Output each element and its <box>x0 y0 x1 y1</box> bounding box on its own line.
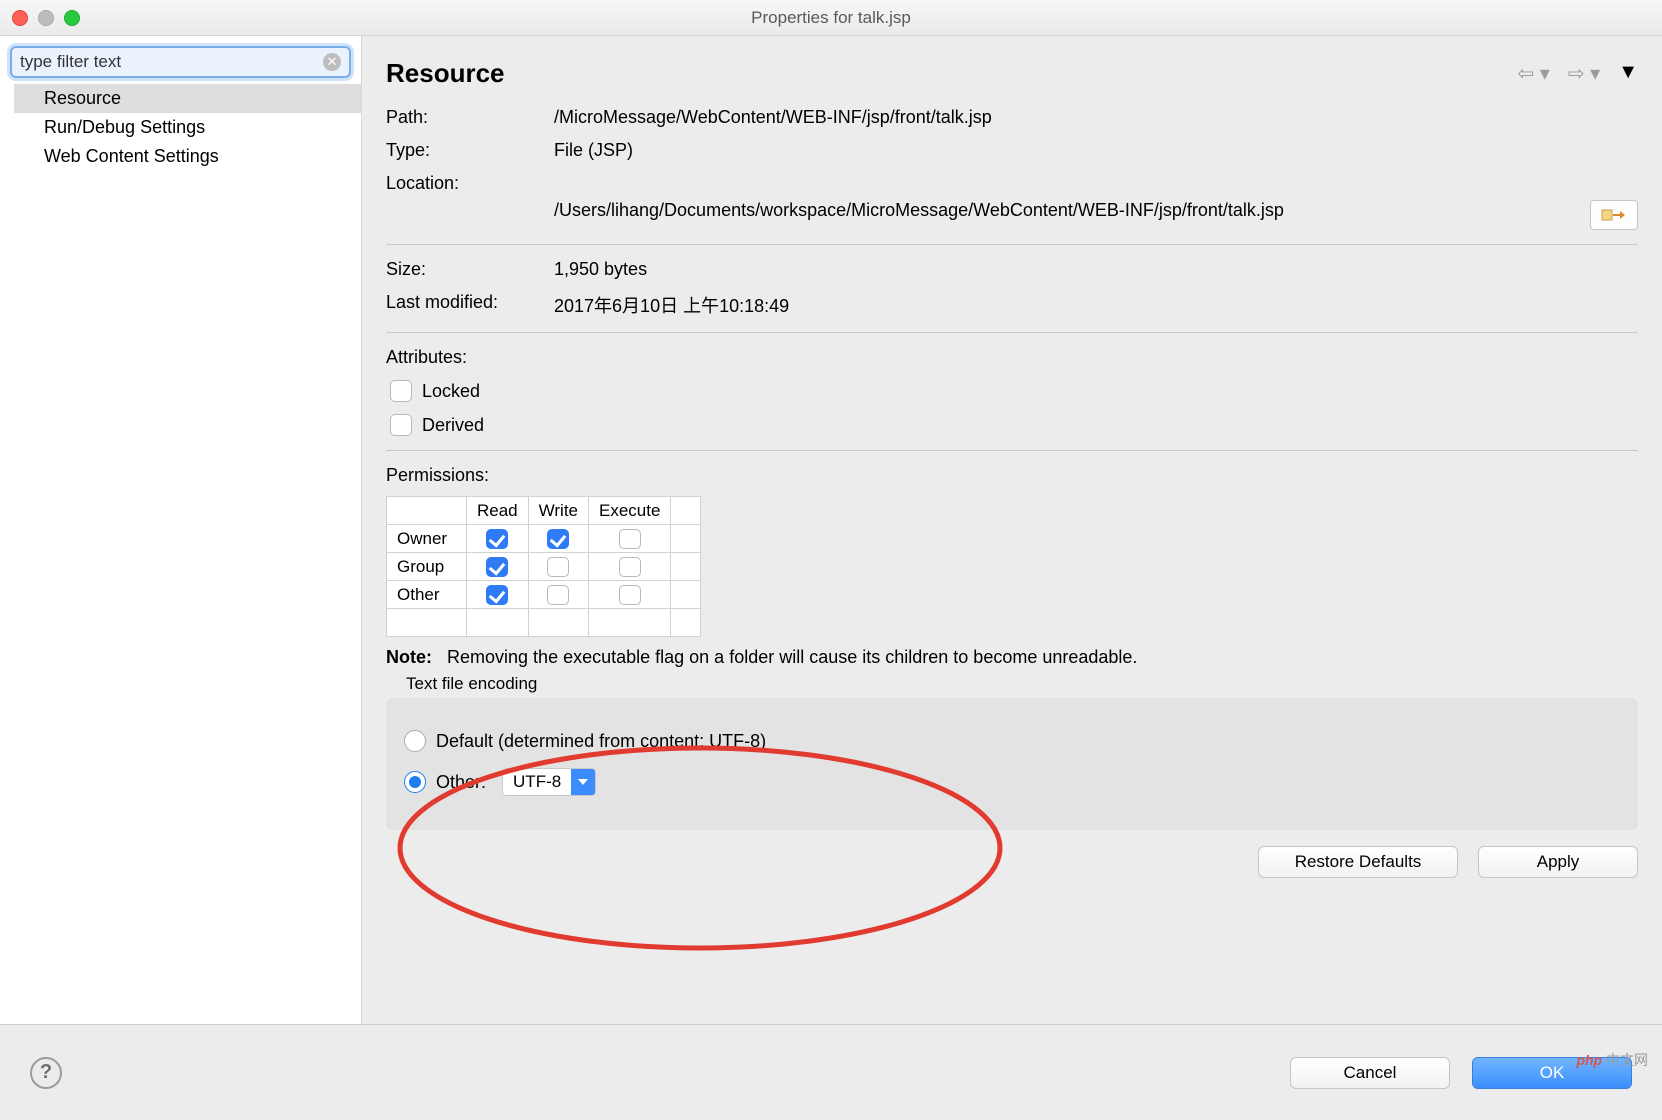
perm-col-blank <box>387 497 467 525</box>
locked-label: Locked <box>422 381 480 402</box>
encoding-legend: Text file encoding <box>386 674 1638 696</box>
perm-row-owner: Owner <box>387 525 467 553</box>
watermark-brand: php <box>1576 1052 1602 1068</box>
modified-value: 2017年6月10日 上午10:18:49 <box>554 292 1638 318</box>
permissions-title: Permissions: <box>386 459 1638 492</box>
type-value: File (JSP) <box>554 140 1638 161</box>
size-value: 1,950 bytes <box>554 259 1638 280</box>
location-label: Location: <box>386 173 554 194</box>
locked-checkbox[interactable] <box>390 380 412 402</box>
group-execute-checkbox[interactable] <box>619 557 641 577</box>
modified-label: Last modified: <box>386 292 554 318</box>
forward-icon[interactable]: ⇨ ▾ <box>1568 61 1600 86</box>
sidebar: ✕ Resource Run/Debug Settings Web Conten… <box>0 36 362 1024</box>
restore-defaults-button[interactable]: Restore Defaults <box>1258 846 1458 878</box>
perm-row-group: Group <box>387 553 467 581</box>
location-value: /Users/lihang/Documents/workspace/MicroM… <box>554 200 1590 230</box>
owner-write-checkbox[interactable] <box>547 529 569 549</box>
other-execute-checkbox[interactable] <box>619 585 641 605</box>
sidebar-item-web-content[interactable]: Web Content Settings <box>14 142 361 171</box>
watermark-text: 中文网 <box>1606 1052 1648 1068</box>
table-row: Owner <box>387 525 701 553</box>
derived-label: Derived <box>422 415 484 436</box>
path-label: Path: <box>386 107 554 128</box>
perm-col-write: Write <box>528 497 588 525</box>
menu-icon[interactable]: ▼ <box>1618 61 1638 86</box>
attributes-title: Attributes: <box>386 341 1638 374</box>
type-label: Type: <box>386 140 554 161</box>
table-row: Other <box>387 581 701 609</box>
other-read-checkbox[interactable] <box>486 585 508 605</box>
nav-arrows: ⇦ ▾ ⇨ ▾ ▼ <box>1517 61 1638 86</box>
filter-input[interactable] <box>10 46 351 78</box>
apply-button[interactable]: Apply <box>1478 846 1638 878</box>
owner-read-checkbox[interactable] <box>486 529 508 549</box>
derived-checkbox[interactable] <box>390 414 412 436</box>
category-tree: Resource Run/Debug Settings Web Content … <box>0 84 361 171</box>
titlebar: Properties for talk.jsp <box>0 0 1662 36</box>
show-in-system-explorer-button[interactable] <box>1590 200 1638 230</box>
perm-row-other: Other <box>387 581 467 609</box>
page-title: Resource <box>386 58 505 89</box>
note-label: Note: <box>386 647 432 667</box>
cancel-button[interactable]: Cancel <box>1290 1057 1450 1089</box>
permissions-table: Read Write Execute Owner Group <box>386 496 701 637</box>
back-icon[interactable]: ⇦ ▾ <box>1517 61 1549 86</box>
size-label: Size: <box>386 259 554 280</box>
sidebar-item-run-debug[interactable]: Run/Debug Settings <box>14 113 361 142</box>
sidebar-item-resource[interactable]: Resource <box>14 84 361 113</box>
arrow-right-icon <box>1601 206 1627 224</box>
group-read-checkbox[interactable] <box>486 557 508 577</box>
clear-filter-icon[interactable]: ✕ <box>323 53 341 71</box>
watermark: php 中文网 <box>1576 1050 1648 1070</box>
path-value: /MicroMessage/WebContent/WEB-INF/jsp/fro… <box>554 107 1638 128</box>
table-row: Group <box>387 553 701 581</box>
help-icon[interactable]: ? <box>30 1057 62 1089</box>
other-write-checkbox[interactable] <box>547 585 569 605</box>
group-write-checkbox[interactable] <box>547 557 569 577</box>
window-title: Properties for talk.jsp <box>0 8 1662 28</box>
perm-col-read: Read <box>467 497 529 525</box>
table-header-row: Read Write Execute <box>387 497 701 525</box>
note-text: Removing the executable flag on a folder… <box>447 647 1137 667</box>
perm-col-execute: Execute <box>589 497 671 525</box>
owner-execute-checkbox[interactable] <box>619 529 641 549</box>
annotation-ellipse <box>380 738 1020 958</box>
